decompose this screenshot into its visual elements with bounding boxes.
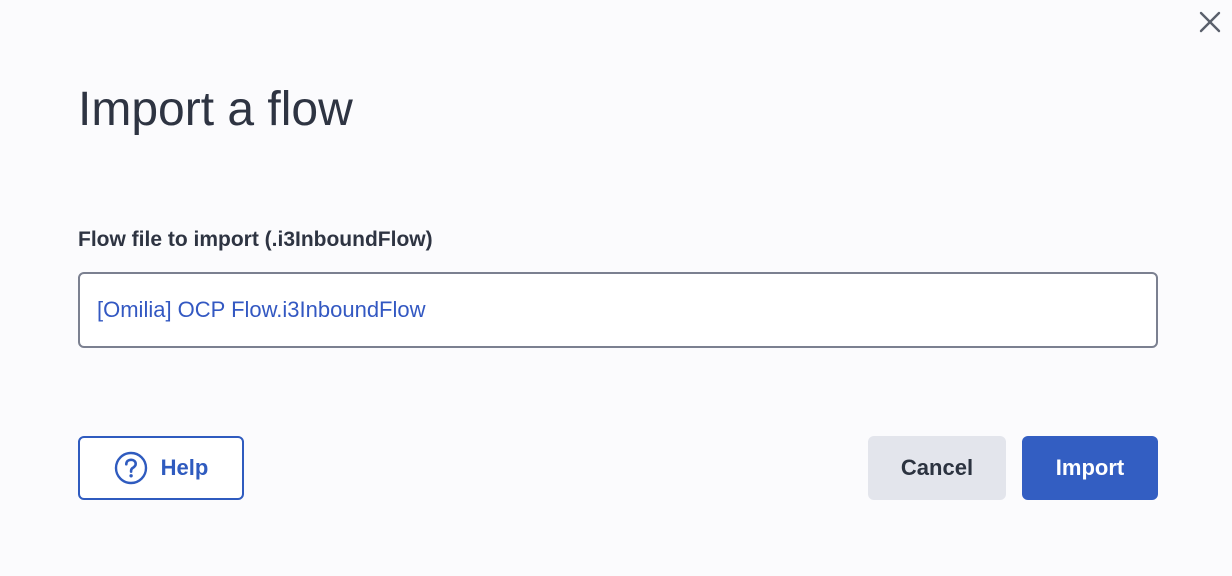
help-button[interactable]: Help [78, 436, 244, 500]
help-button-label: Help [160, 455, 209, 480]
close-button[interactable] [1194, 6, 1226, 38]
flow-file-input[interactable]: [Omilia] OCP Flow.i3InboundFlow [78, 272, 1158, 348]
cancel-button[interactable]: Cancel [868, 436, 1006, 500]
question-circle-icon [114, 451, 148, 485]
import-button[interactable]: Import [1022, 436, 1158, 500]
dialog-title: Import a flow [78, 83, 353, 136]
selected-file-name: [Omilia] OCP Flow.i3InboundFlow [97, 297, 426, 322]
file-field-label: Flow file to import (.i3InboundFlow) [78, 228, 433, 251]
close-icon [1199, 11, 1221, 33]
import-flow-dialog: Import a flow Flow file to import (.i3In… [0, 0, 1232, 576]
import-button-label: Import [1055, 455, 1125, 480]
cancel-button-label: Cancel [900, 455, 974, 480]
